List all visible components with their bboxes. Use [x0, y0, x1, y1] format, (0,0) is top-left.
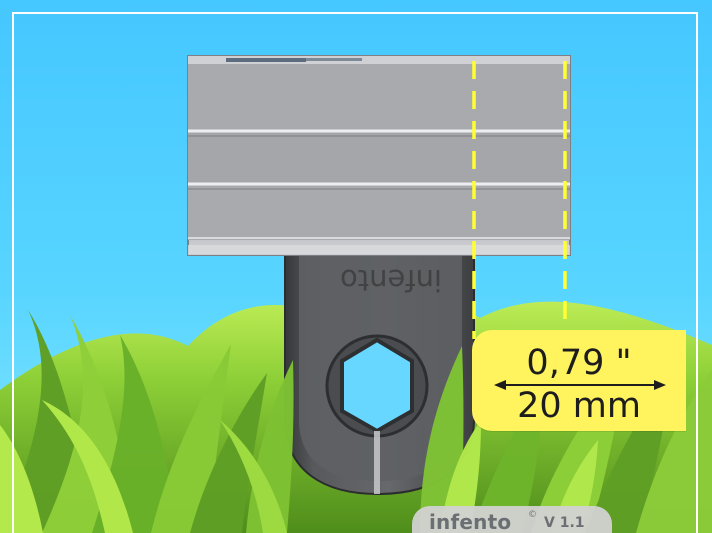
measurement-badge: 0,79 " 20 mm	[472, 330, 686, 431]
measurement-inches: 0,79 "	[526, 343, 632, 383]
brand-name: infento	[429, 510, 512, 533]
brand-registered-mark: ©	[528, 510, 537, 520]
measurement-millimeters: 20 mm	[517, 386, 641, 426]
product-illustration: infento 0,79 " 20 mm infento © V 1.1	[0, 0, 712, 533]
version-label: V 1.1	[544, 515, 585, 531]
brand-tab: infento © V 1.1	[412, 506, 612, 533]
aluminum-profile	[187, 55, 571, 256]
embossed-part-label: infento	[340, 263, 442, 297]
hexagon-icon	[340, 337, 414, 434]
